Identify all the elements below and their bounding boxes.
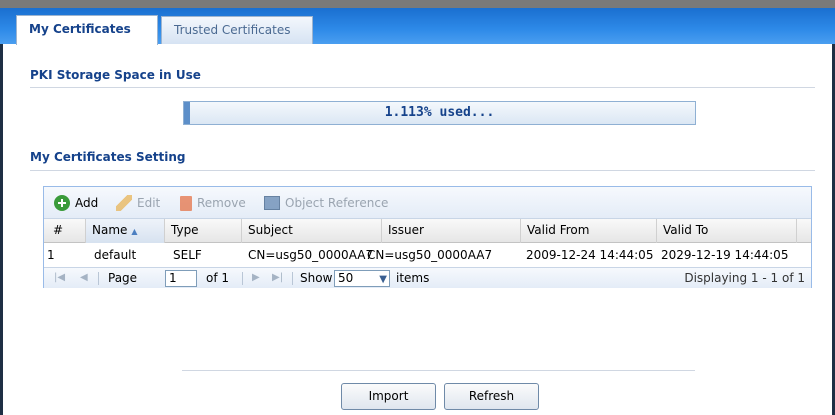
chevron-down-icon: ▼ bbox=[379, 274, 387, 285]
sort-ascending-icon: ▲ bbox=[131, 227, 138, 236]
previous-page-icon[interactable]: ◀ bbox=[80, 268, 88, 289]
pager-separator bbox=[242, 272, 243, 285]
displaying-status: Displaying 1 - 1 of 1 bbox=[684, 271, 805, 285]
certificates-section-title: My Certificates Setting bbox=[30, 150, 186, 164]
storage-section-title: PKI Storage Space in Use bbox=[30, 68, 201, 82]
items-label: items bbox=[396, 271, 430, 285]
object-reference-label: Object Reference bbox=[285, 196, 389, 210]
import-button[interactable]: Import bbox=[341, 383, 436, 410]
show-label: Show bbox=[300, 271, 333, 285]
remove-icon bbox=[180, 195, 192, 211]
add-label: Add bbox=[75, 196, 99, 210]
window-top-bar bbox=[0, 0, 835, 8]
row-type: SELF bbox=[173, 248, 202, 262]
page-label: Page bbox=[108, 271, 138, 285]
last-page-icon[interactable]: ▶| bbox=[272, 268, 283, 289]
column-header-valid-to[interactable]: Valid To bbox=[657, 219, 797, 243]
row-valid-from: 2009-12-24 14:44:05 bbox=[526, 248, 654, 262]
storage-divider bbox=[30, 87, 815, 88]
column-header-number[interactable]: # bbox=[44, 219, 86, 243]
grid-toolbar: Add Edit Remove Object Reference bbox=[44, 187, 811, 219]
column-header-name-label: Name bbox=[92, 223, 128, 237]
edit-label: Edit bbox=[137, 196, 161, 210]
refresh-button[interactable]: Refresh bbox=[444, 383, 539, 410]
storage-progress-text: 1.113% used... bbox=[384, 105, 495, 120]
pager-separator bbox=[98, 272, 99, 285]
table-row[interactable]: 1 default SELF CN=usg50_0000AA7 CN=usg50… bbox=[44, 244, 811, 266]
grid-header: # Name ▲ Type Subject Issuer Valid From V… bbox=[44, 219, 811, 243]
column-header-subject[interactable]: Subject bbox=[242, 219, 382, 243]
add-button[interactable]: Add bbox=[54, 195, 98, 211]
pager-separator bbox=[292, 272, 293, 285]
row-valid-to: 2029-12-19 14:44:05 bbox=[661, 248, 789, 262]
remove-label: Remove bbox=[197, 196, 246, 210]
remove-button[interactable]: Remove bbox=[180, 195, 246, 211]
certificates-grid: Add Edit Remove Object Reference # Name ▲… bbox=[43, 186, 812, 288]
column-header-name[interactable]: Name ▲ bbox=[86, 219, 165, 243]
column-header-issuer[interactable]: Issuer bbox=[382, 219, 521, 243]
column-header-type[interactable]: Type bbox=[165, 219, 242, 243]
edit-icon bbox=[116, 195, 132, 211]
row-name: default bbox=[94, 248, 137, 262]
certificates-divider bbox=[30, 170, 815, 171]
tab-my-certificates[interactable]: My Certificates bbox=[16, 15, 158, 45]
grid-pager: |◀ ◀ Page 1 of 1 ▶ ▶| Show 50 ▼ items Di… bbox=[44, 267, 811, 288]
row-subject: CN=usg50_0000AA7 bbox=[248, 248, 374, 262]
storage-progress-bar: 1.113% used... bbox=[183, 101, 696, 125]
row-issuer: CN=usg50_0000AA7 bbox=[367, 248, 493, 262]
edit-button[interactable]: Edit bbox=[116, 195, 160, 211]
first-page-icon[interactable]: |◀ bbox=[54, 268, 65, 289]
object-reference-icon bbox=[264, 196, 280, 210]
next-page-icon[interactable]: ▶ bbox=[252, 268, 260, 289]
buttons-divider bbox=[182, 370, 695, 371]
object-reference-button[interactable]: Object Reference bbox=[264, 195, 388, 211]
page-size-value: 50 bbox=[338, 271, 354, 285]
tab-strip: My Certificates Trusted Certificates bbox=[0, 8, 835, 45]
page-size-select[interactable]: 50 ▼ bbox=[334, 270, 390, 287]
add-icon bbox=[54, 195, 70, 211]
row-number: 1 bbox=[47, 248, 55, 262]
page-count-label: of 1 bbox=[206, 271, 230, 285]
tab-trusted-certificates[interactable]: Trusted Certificates bbox=[161, 16, 313, 44]
column-header-valid-from[interactable]: Valid From bbox=[521, 219, 657, 243]
page-number-input[interactable]: 1 bbox=[165, 270, 197, 287]
